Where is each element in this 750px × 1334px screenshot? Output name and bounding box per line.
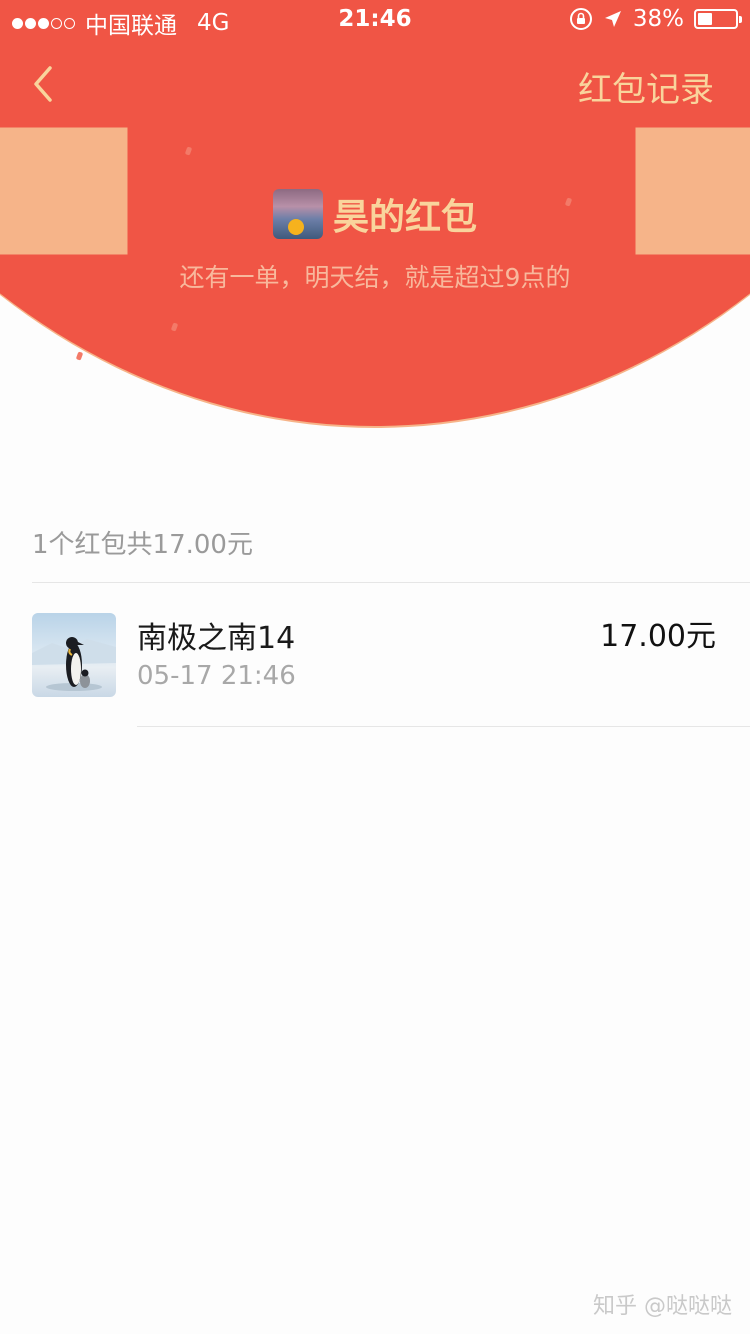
red-packet-summary: 1个红包共17.00元: [32, 530, 253, 560]
status-bar: 中国联通 4G 21:46 38%: [0, 0, 750, 40]
sender-avatar: [272, 189, 323, 239]
sender-name: 昊的红包: [332, 197, 477, 238]
divider: [137, 726, 750, 727]
red-packet-detail-page: 中国联通 4G 21:46 38% 红包记录 昊的红包 还有一单，明天结，就是超…: [0, 0, 750, 1334]
receive-time: 05-17 21:46: [137, 661, 296, 691]
red-packet-records-link[interactable]: 红包记录: [578, 62, 714, 111]
watermark: 知乎 @哒哒哒: [593, 1294, 732, 1319]
back-button[interactable]: [26, 60, 66, 108]
penguin-image: [32, 637, 116, 691]
receive-amount: 17.00元: [600, 619, 716, 654]
receiver-name: 南极之南14: [137, 621, 296, 656]
orientation-lock-icon: [569, 8, 592, 30]
battery-level-fill: [698, 13, 712, 25]
red-packet-greeting: 还有一单，明天结，就是超过9点的: [179, 263, 571, 292]
status-right: 38%: [569, 6, 742, 32]
battery-icon: [694, 9, 742, 29]
battery-tip: [739, 16, 742, 23]
list-item[interactable]: 南极之南14 05-17 21:46 17.00元: [0, 583, 750, 726]
sender-row: 昊的红包: [0, 188, 750, 240]
sparkle-decoration: [75, 351, 84, 361]
smiley-emoji-icon: [287, 219, 304, 235]
battery-percent: 38%: [632, 6, 684, 32]
receiver-avatar: [32, 613, 116, 697]
location-arrow-icon: [604, 11, 621, 27]
chevron-left-icon: [34, 66, 52, 102]
